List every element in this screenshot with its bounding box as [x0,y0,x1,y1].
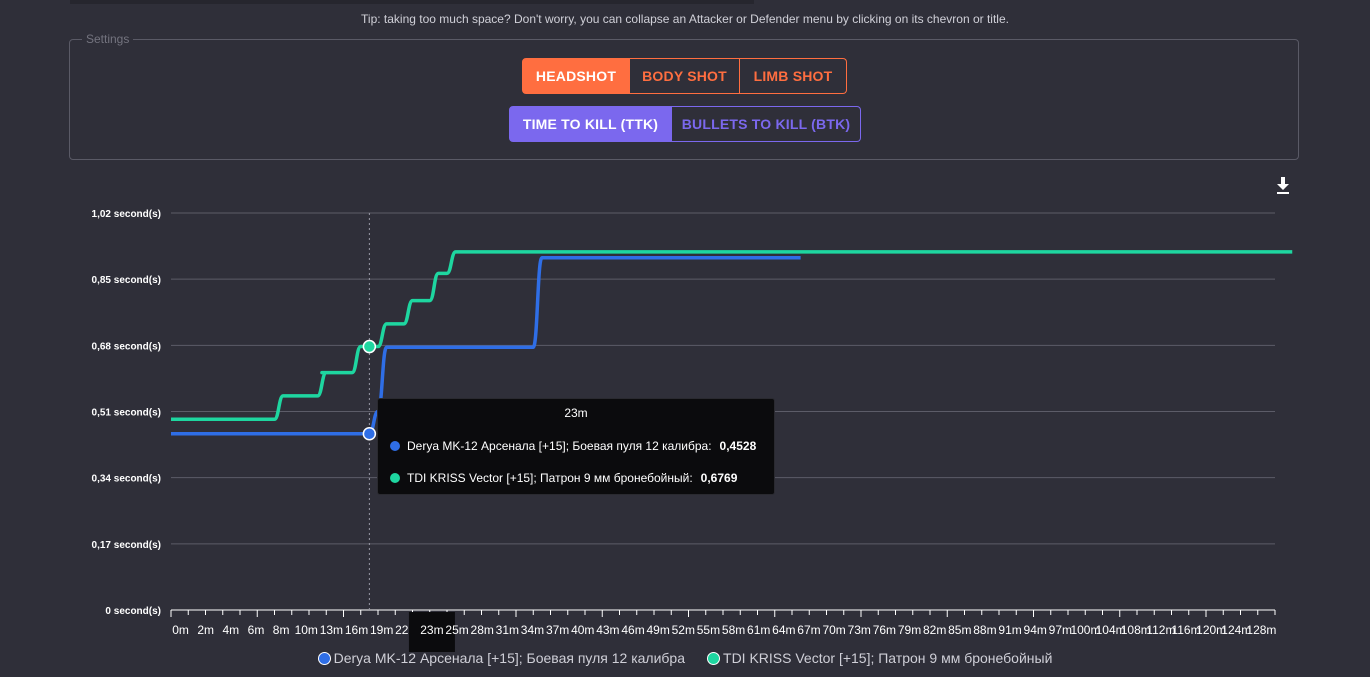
x-tick-label: 31m [496,623,519,637]
legend-item-series1[interactable]: Derya MK-12 Арсенала [+15]; Боевая пуля … [317,650,686,666]
legend-label: Derya MK-12 Арсенала [+15]; Боевая пуля … [333,650,686,666]
x-tick-label: 40m [571,623,594,637]
tooltip-title: 23m [564,406,588,420]
x-tick-label: 91m [998,623,1021,637]
x-tick-label: 85m [948,623,971,637]
x-tick-label: 52m [672,623,695,637]
tooltip-value: 0,6769 [700,471,738,485]
x-tick-label: 61m [747,623,770,637]
hover-point-1 [362,427,377,441]
y-tick-label: 0,17 second(s) [92,540,161,551]
x-tick-label: 4m [223,623,240,637]
x-tick-label: 10m [295,623,318,637]
x-tick-label: 76m [873,623,896,637]
tooltip-row-series2: TDI KRISS Vector [+15]; Патрон 9 мм брон… [390,471,737,485]
legend-marker-icon [707,651,721,665]
x-tick-label: 19m [370,623,393,637]
legend-marker-icon [317,651,331,665]
tooltip-label: Derya MK-12 Арсенала [+15]; Боевая пуля … [407,439,712,453]
x-tick-label: 55m [697,623,720,637]
x-tick-label: 2m [197,623,214,637]
x-tick-label: 37m [546,623,569,637]
y-tick-label: 0,68 second(s) [92,341,161,352]
ttk-line-chart: 0 second(s) 0,17 second(s) 0,34 second(s) 0… [92,209,1293,652]
x-tick-label: 82m [923,623,946,637]
x-tick-label: 67m [797,623,820,637]
y-axis: 0 second(s) 0,17 second(s) 0,34 second(s) 0… [92,209,161,617]
x-tick-label: 97m [1049,623,1072,637]
series1-dot-icon [390,441,400,451]
legend-item-series2[interactable]: TDI KRISS Vector [+15]; Патрон 9 мм брон… [707,650,1052,666]
x-tick-label: 23m [420,623,443,637]
y-tick-label: 0 second(s) [105,606,161,617]
legend-label: TDI KRISS Vector [+15]; Патрон 9 мм брон… [723,650,1053,666]
tooltip-value: 0,4528 [719,439,757,453]
x-tick-label: 16m [345,623,368,637]
tooltip-label: TDI KRISS Vector [+15]; Патрон 9 мм брон… [407,471,693,485]
x-tick-label: 28m [471,623,494,637]
x-tick-label: 79m [898,623,921,637]
chart-tooltip: 23m Derya MK-12 Арсенала [+15]; Боевая п… [377,398,775,495]
x-tick-label: 94m [1024,623,1047,637]
x-tick-label: 34m [521,623,544,637]
x-axis: 0m 2m 4m 6m 8m 10m 13m 16m 19m 22m 23m 25m 28m 31m 34m… [170,609,1276,652]
x-tick-label: 58m [722,623,745,637]
x-tick-label: 46m [621,623,644,637]
x-tick-label: 64m [772,623,795,637]
x-tick-label: 70m [822,623,845,637]
y-tick-label: 1,02 second(s) [92,209,161,220]
series2-dot-icon [390,473,400,483]
y-tick-label: 0,34 second(s) [92,474,161,485]
x-tick-label: 8m [273,623,290,637]
x-tick-label: 128m [1246,623,1276,637]
chart-legend: Derya MK-12 Арсенала [+15]; Боевая пуля … [0,650,1370,666]
y-tick-label: 0,85 second(s) [92,275,161,286]
hover-point-2 [362,339,377,354]
x-tick-label: 73m [848,623,871,637]
x-tick-label: 49m [646,623,669,637]
x-tick-label: 6m [248,623,265,637]
x-tick-label: 25m [445,623,468,637]
x-tick-label: 0m [172,623,189,637]
y-tick-label: 0,51 second(s) [92,408,161,419]
x-tick-label: 43m [596,623,619,637]
series-line-2 [170,250,1293,422]
x-tick-label: 13m [320,623,343,637]
x-tick-label: 88m [973,623,996,637]
tooltip-row-series1: Derya MK-12 Арсенала [+15]; Боевая пуля … [390,439,756,453]
